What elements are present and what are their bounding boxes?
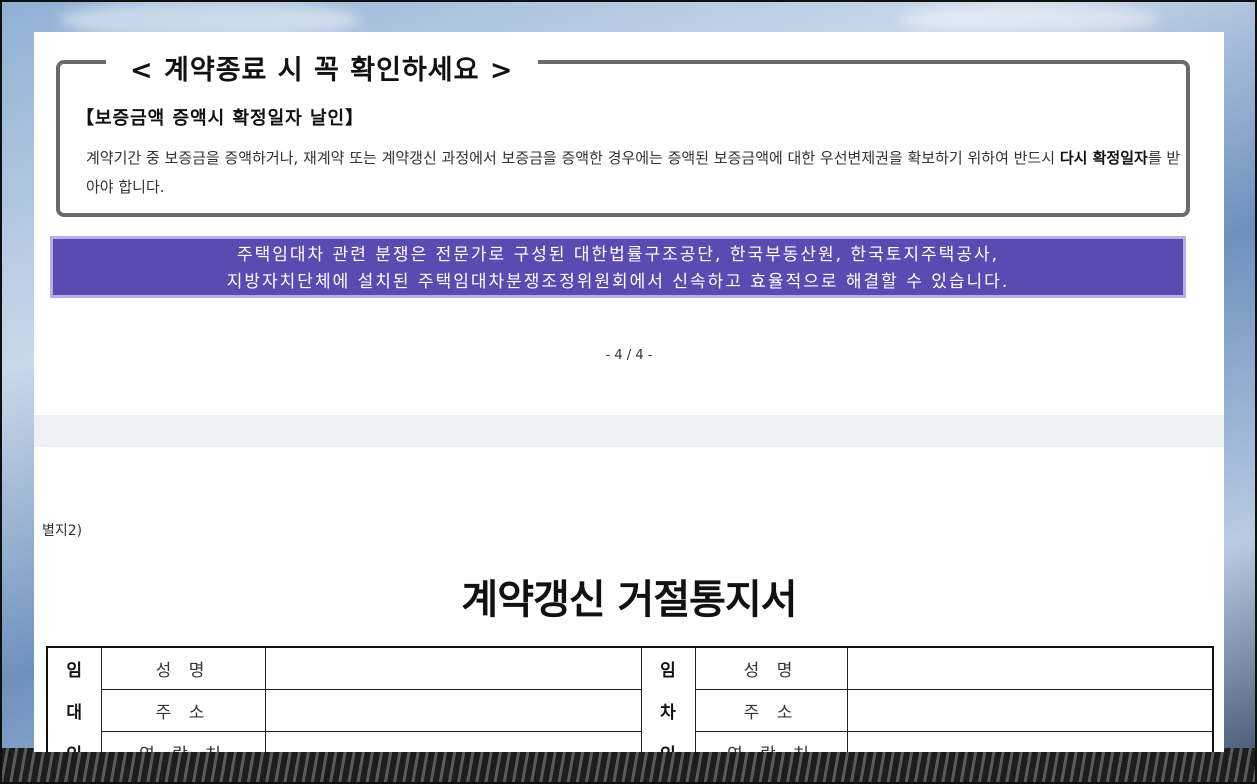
field-label-address: 주 소 xyxy=(100,689,266,732)
tenant-side-label: 차 xyxy=(640,689,696,732)
landlord-side-label: 대 xyxy=(46,689,102,732)
background-rooftop xyxy=(0,748,1257,784)
field-label-contact: 연 락 처 xyxy=(694,731,848,752)
field-label-name: 성 명 xyxy=(694,646,848,690)
landlord-side-label: 인 xyxy=(46,731,102,752)
page-4: < 계약종료 시 꼭 확인하세요 > 【보증금액 증액시 확정일자 날인】 계약… xyxy=(34,32,1224,415)
landlord-contact-cell[interactable] xyxy=(264,731,642,752)
notice-body-text: 계약기간 중 보증금을 증액하거나, 재계약 또는 계약갱신 과정에서 보증금을… xyxy=(86,149,1060,167)
table-row: 대 주 소 차 주 소 xyxy=(46,689,1214,732)
party-info-table: 임 성 명 임 성 명 대 주 소 차 주 소 인 연 락 처 인 연 락 처 xyxy=(46,646,1214,752)
document-viewer[interactable]: < 계약종료 시 꼭 확인하세요 > 【보증금액 증액시 확정일자 날인】 계약… xyxy=(34,32,1224,752)
banner-line-2: 지방자치단체에 설치된 주택임대차분쟁조정위원회에서 신속하고 효율적으로 해결… xyxy=(226,272,1010,292)
document-title: 계약갱신 거절통지서 xyxy=(461,577,797,623)
tenant-side-label: 인 xyxy=(640,731,696,752)
tenant-name-cell[interactable] xyxy=(846,646,1214,690)
tenant-address-cell[interactable] xyxy=(846,689,1214,732)
page-number: - 4 / 4 - xyxy=(605,348,653,363)
annex-label: 별지2) xyxy=(42,523,83,539)
annex-page: 별지2) 계약갱신 거절통지서 임 성 명 임 성 명 대 주 소 차 주 소 xyxy=(34,447,1224,752)
landlord-address-cell[interactable] xyxy=(264,689,642,732)
notice-title: < 계약종료 시 꼭 확인하세요 > xyxy=(106,48,538,87)
notice-body: 계약기간 중 보증금을 증액하거나, 재계약 또는 계약갱신 과정에서 보증금을… xyxy=(86,144,1186,202)
banner-line-1: 주택임대차 관련 분쟁은 전문가로 구성된 대한법률구조공단, 한국부동산원, … xyxy=(237,245,999,265)
landlord-name-cell[interactable] xyxy=(264,646,642,690)
field-label-address: 주 소 xyxy=(694,689,848,732)
field-label-name: 성 명 xyxy=(100,646,266,690)
landlord-side-label: 임 xyxy=(46,646,102,690)
notice-body-emphasis: 다시 확정일자 xyxy=(1059,149,1148,167)
background-cloud xyxy=(900,4,1160,34)
table-row: 인 연 락 처 인 연 락 처 xyxy=(46,731,1214,752)
notice-subheading: 【보증금액 증액시 확정일자 날인】 xyxy=(76,108,365,129)
page-separator xyxy=(34,415,1224,447)
table-row: 임 성 명 임 성 명 xyxy=(46,646,1214,690)
tenant-contact-cell[interactable] xyxy=(846,731,1214,752)
tenant-side-label: 임 xyxy=(640,646,696,690)
field-label-contact: 연 락 처 xyxy=(100,731,266,752)
dispute-resolution-banner: 주택임대차 관련 분쟁은 전문가로 구성된 대한법률구조공단, 한국부동산원, … xyxy=(50,236,1186,298)
